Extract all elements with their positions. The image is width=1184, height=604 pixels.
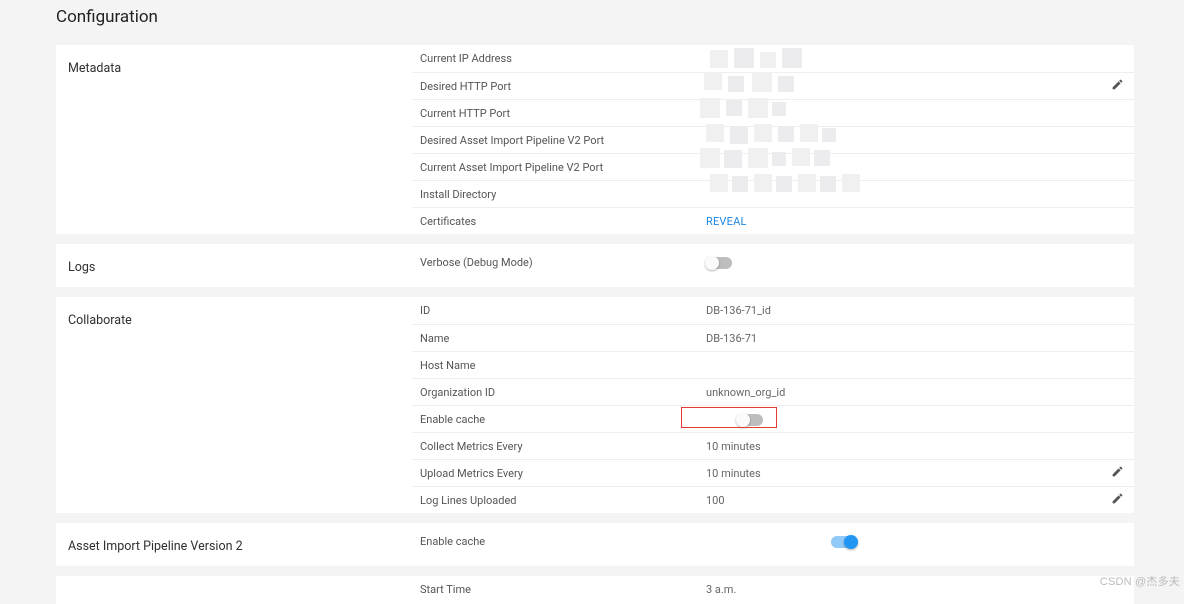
value-id: DB-136-71_id <box>706 304 1100 317</box>
value-org-id: unknown_org_id <box>706 386 1100 399</box>
section-title-aipv2: Asset Import Pipeline Version 2 <box>56 523 412 566</box>
label-desired-http-port: Desired HTTP Port <box>420 80 706 93</box>
row-org-id: Organization ID unknown_org_id <box>412 378 1134 405</box>
label-start-time: Start Time <box>420 583 706 596</box>
value-start-time: 3 a.m. <box>706 583 1100 596</box>
label-current-v2-port: Current Asset Import Pipeline V2 Port <box>420 161 706 174</box>
row-upload-metrics: Upload Metrics Every 10 minutes <box>412 459 1134 486</box>
row-log-lines: Log Lines Uploaded 100 <box>412 486 1134 513</box>
label-name: Name <box>420 332 706 345</box>
label-desired-v2-port: Desired Asset Import Pipeline V2 Port <box>420 134 706 147</box>
value-upload-metrics: 10 minutes <box>706 467 1100 480</box>
row-start-time: Start Time 3 a.m. <box>412 576 1134 603</box>
section-title-metadata: Metadata <box>56 45 412 234</box>
label-verbose: Verbose (Debug Mode) <box>420 256 706 269</box>
label-current-ip: Current IP Address <box>420 52 706 65</box>
row-id: ID DB-136-71_id <box>412 297 1134 324</box>
label-upload-metrics: Upload Metrics Every <box>420 467 706 480</box>
section-title-next <box>56 576 412 604</box>
row-collect-metrics: Collect Metrics Every 10 minutes <box>412 432 1134 459</box>
panel-logs: Logs Verbose (Debug Mode) <box>56 244 1134 287</box>
row-name: Name DB-136-71 <box>412 324 1134 351</box>
label-host-name: Host Name <box>420 359 706 372</box>
reveal-link[interactable]: REVEAL <box>706 215 1100 228</box>
panel-next: Start Time 3 a.m. <box>56 576 1134 604</box>
label-collect-metrics: Collect Metrics Every <box>420 440 706 453</box>
row-host-name: Host Name <box>412 351 1134 378</box>
section-title-collaborate: Collaborate <box>56 297 412 513</box>
row-verbose: Verbose (Debug Mode) <box>412 244 1134 280</box>
label-aipv2-cache: Enable cache <box>420 535 706 548</box>
row-enable-cache: Enable cache <box>412 405 1134 432</box>
row-current-http-port: Current HTTP Port <box>412 99 1134 126</box>
label-install-directory: Install Directory <box>420 188 706 201</box>
label-enable-cache: Enable cache <box>420 413 706 426</box>
pencil-icon[interactable] <box>1111 80 1124 95</box>
row-current-v2-port: Current Asset Import Pipeline V2 Port <box>412 153 1134 180</box>
toggle-aipv2-cache[interactable] <box>831 536 857 548</box>
row-desired-http-port: Desired HTTP Port <box>412 72 1134 99</box>
label-id: ID <box>420 304 706 317</box>
watermark: CSDN @杰多夫 <box>1100 573 1180 589</box>
panel-metadata: Metadata Current IP Address Desired HTTP… <box>56 45 1134 234</box>
value-collect-metrics: 10 minutes <box>706 440 1100 453</box>
pencil-icon[interactable] <box>1111 467 1124 482</box>
label-org-id: Organization ID <box>420 386 706 399</box>
label-current-http-port: Current HTTP Port <box>420 107 706 120</box>
row-current-ip: Current IP Address <box>412 45 1134 72</box>
label-certificates: Certificates <box>420 215 706 228</box>
pencil-icon[interactable] <box>1111 494 1124 509</box>
toggle-enable-cache[interactable] <box>737 414 763 426</box>
value-log-lines: 100 <box>706 494 1100 507</box>
row-aipv2-cache: Enable cache <box>412 523 1134 559</box>
panel-aipv2: Asset Import Pipeline Version 2 Enable c… <box>56 523 1134 566</box>
toggle-verbose[interactable] <box>706 257 732 269</box>
value-name: DB-136-71 <box>706 332 1100 345</box>
row-desired-v2-port: Desired Asset Import Pipeline V2 Port <box>412 126 1134 153</box>
section-title-logs: Logs <box>56 244 412 287</box>
label-log-lines: Log Lines Uploaded <box>420 494 706 507</box>
row-install-directory: Install Directory <box>412 180 1134 207</box>
panel-collaborate: Collaborate ID DB-136-71_id Name DB-136-… <box>56 297 1134 513</box>
page-title: Configuration <box>56 7 1134 27</box>
row-certificates: Certificates REVEAL <box>412 207 1134 234</box>
